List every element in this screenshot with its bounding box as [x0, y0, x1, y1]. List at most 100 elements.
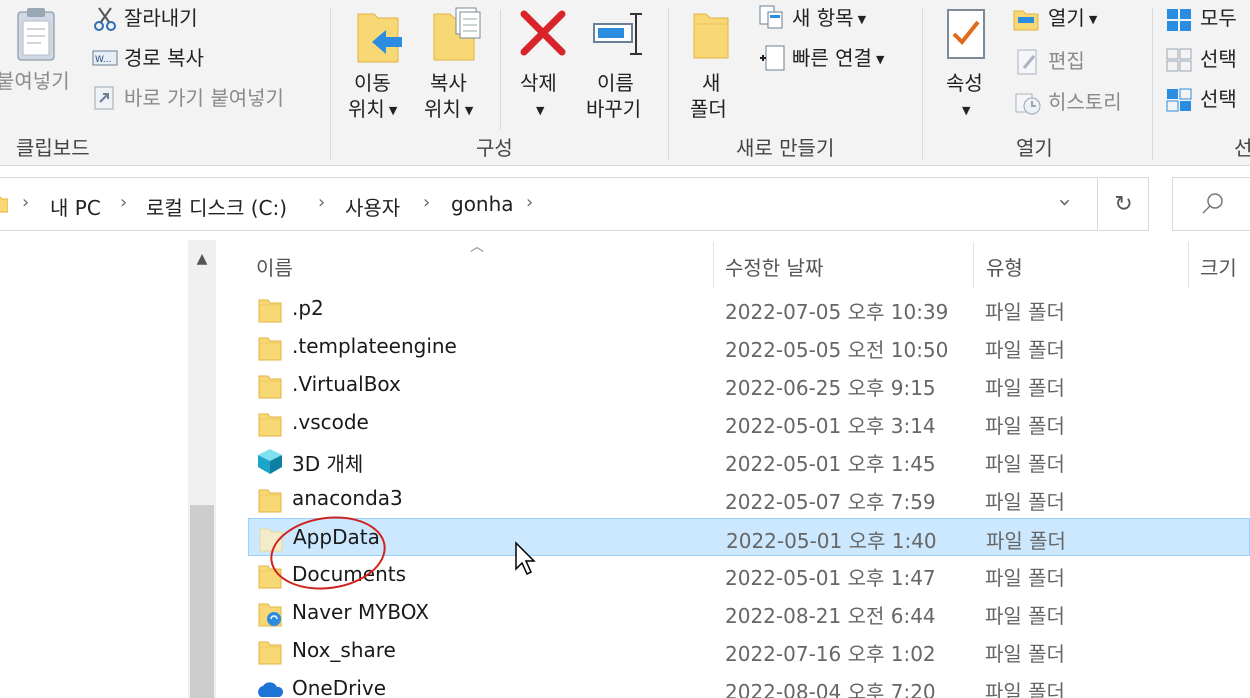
breadcrumb-gonha[interactable]: gonha [451, 192, 514, 216]
invert-selection-icon[interactable] [1166, 88, 1192, 116]
file-type: 파일 폴더 [985, 414, 1065, 438]
chevron-down-icon: ▼ [464, 103, 474, 117]
copy-to-label-2[interactable]: 위치 ▼ [424, 96, 473, 124]
rename-icon[interactable] [592, 10, 646, 62]
navigation-pane[interactable] [0, 240, 218, 698]
new-item-icon[interactable] [758, 4, 786, 34]
file-row[interactable]: anaconda3 2022-05-07 오후 7:59 파일 폴더 [248, 480, 1250, 518]
file-date-modified: 2022-05-07 오후 7:59 [725, 490, 936, 514]
file-date-modified: 2022-07-05 오후 10:39 [725, 300, 949, 324]
delete-dropdown[interactable]: ▼ [532, 96, 544, 124]
move-to-icon[interactable] [356, 8, 406, 68]
folder-icon [258, 487, 282, 517]
breadcrumb-users[interactable]: 사용자 [345, 192, 400, 221]
paste-icon[interactable] [16, 6, 56, 66]
move-to-label-1[interactable]: 이동 [354, 70, 391, 96]
file-row[interactable]: .p2 2022-07-05 오후 10:39 파일 폴더 [248, 290, 1250, 328]
chevron-down-icon[interactable]: › [1052, 198, 1077, 207]
new-item-button[interactable]: 새 항목 ▼ [792, 5, 866, 33]
invert-selection-button[interactable]: 선택 [1200, 86, 1237, 112]
chevron-down-icon: ▼ [536, 103, 545, 117]
file-row[interactable]: AppData 2022-05-01 오후 1:40 파일 폴더 [248, 518, 1250, 556]
search-box[interactable] [1172, 177, 1250, 231]
file-row[interactable]: OneDrive 2022-08-04 오후 7:20 파일 폴더 [248, 670, 1250, 698]
easy-access-button[interactable]: 빠른 연결 ▼ [792, 45, 884, 73]
file-row[interactable]: Nox_share 2022-07-16 오후 1:02 파일 폴더 [248, 632, 1250, 670]
file-type: 파일 폴더 [985, 338, 1065, 362]
file-row[interactable]: .VirtualBox 2022-06-25 오후 9:15 파일 폴더 [248, 366, 1250, 404]
copy-path-icon[interactable]: W... [92, 50, 118, 70]
file-row[interactable]: Documents 2022-05-01 오후 1:47 파일 폴더 [248, 556, 1250, 594]
properties-label[interactable]: 속성 [946, 70, 983, 96]
delete-button[interactable]: 삭제 [520, 70, 557, 96]
copy-to-label-1[interactable]: 복사 [430, 70, 467, 96]
file-type: 파일 폴더 [986, 529, 1066, 553]
file-type: 파일 폴더 [985, 642, 1065, 666]
chevron-right-icon[interactable]: › [526, 192, 533, 213]
column-divider[interactable] [973, 242, 974, 288]
scrollbar-thumb[interactable] [190, 505, 214, 698]
chevron-down-icon: ▼ [1088, 12, 1098, 26]
file-row[interactable]: Naver MYBOX 2022-08-21 오전 6:44 파일 폴더 [248, 594, 1250, 632]
file-row[interactable]: .vscode 2022-05-01 오후 3:14 파일 폴더 [248, 404, 1250, 442]
delete-icon[interactable] [520, 10, 566, 60]
paste-shortcut-button[interactable]: 바로 가기 붙여넣기 [124, 85, 284, 111]
file-name: .vscode [292, 410, 369, 434]
column-header-type[interactable]: 유형 [986, 252, 1023, 281]
file-date-modified: 2022-05-01 오후 1:45 [725, 452, 936, 476]
scroll-up-icon[interactable]: ▲ [188, 244, 216, 274]
onedrive-icon [255, 679, 285, 698]
refresh-icon: ↻ [1114, 191, 1133, 217]
breadcrumb-this-pc[interactable]: 내 PC [50, 192, 101, 221]
column-divider[interactable] [1188, 242, 1189, 288]
edit-button[interactable]: 편집 [1048, 48, 1085, 74]
chevron-right-icon[interactable]: › [120, 192, 127, 213]
paste-shortcut-icon[interactable] [94, 86, 114, 114]
copy-path-button[interactable]: 경로 복사 [124, 45, 204, 71]
move-to-label-2[interactable]: 위치 ▼ [348, 96, 397, 124]
column-header-name[interactable]: 이름 [256, 252, 293, 281]
cut-button[interactable]: 잘라내기 [124, 5, 198, 31]
chevron-right-icon[interactable]: › [318, 192, 325, 213]
column-divider[interactable] [713, 242, 714, 288]
cut-icon[interactable] [93, 6, 117, 36]
chevron-right-icon[interactable]: › [22, 192, 29, 213]
open-icon[interactable] [1012, 8, 1042, 36]
file-name: Nox_share [292, 638, 396, 662]
paste-button-label[interactable]: 붙여넣기 [0, 68, 70, 94]
address-bar[interactable]: › 내 PC › 로컬 디스크 (C:) › 사용자 › gonha › › [0, 177, 1098, 231]
file-name: .p2 [292, 296, 324, 320]
properties-dropdown[interactable]: ▼ [958, 96, 970, 124]
new-folder-icon[interactable] [692, 10, 732, 64]
chevron-right-icon[interactable]: › [423, 192, 430, 213]
breadcrumb-local-disk[interactable]: 로컬 디스크 (C:) [146, 192, 287, 221]
select-none-button[interactable]: 선택 [1200, 46, 1237, 72]
folder-icon [0, 194, 9, 218]
history-icon[interactable] [1014, 90, 1042, 120]
refresh-button[interactable]: ↻ [1099, 177, 1149, 231]
file-type: 파일 폴더 [985, 490, 1065, 514]
new-folder-label-2[interactable]: 폴더 [690, 96, 727, 122]
rename-label-1[interactable]: 이름 [597, 70, 634, 96]
chevron-down-icon: ▼ [388, 103, 398, 117]
file-name: .VirtualBox [292, 372, 401, 396]
select-all-button[interactable]: 모두 [1200, 5, 1237, 31]
new-folder-label-1[interactable]: 새 [702, 70, 720, 96]
rename-label-2[interactable]: 바꾸기 [586, 96, 641, 122]
column-header-date[interactable]: 수정한 날짜 [725, 252, 823, 281]
column-header-size[interactable]: 크기 [1200, 252, 1237, 281]
file-name: 3D 개체 [292, 452, 364, 476]
file-row[interactable]: 3D 개체 2022-05-01 오후 1:45 파일 폴더 [248, 442, 1250, 480]
properties-icon[interactable] [946, 8, 988, 66]
file-row[interactable]: .templateengine 2022-05-05 오전 10:50 파일 폴더 [248, 328, 1250, 366]
organize-group-label: 구성 [476, 136, 513, 160]
copy-to-icon[interactable] [432, 6, 482, 66]
easy-access-icon[interactable] [758, 44, 786, 78]
open-button[interactable]: 열기 ▼ [1048, 5, 1097, 33]
folder-icon [258, 639, 282, 669]
history-button[interactable]: 히스토리 [1048, 89, 1122, 115]
select-none-icon[interactable] [1166, 48, 1192, 76]
select-all-icon[interactable] [1166, 8, 1192, 36]
edit-icon[interactable] [1016, 48, 1040, 80]
file-date-modified: 2022-08-21 오전 6:44 [725, 604, 936, 628]
